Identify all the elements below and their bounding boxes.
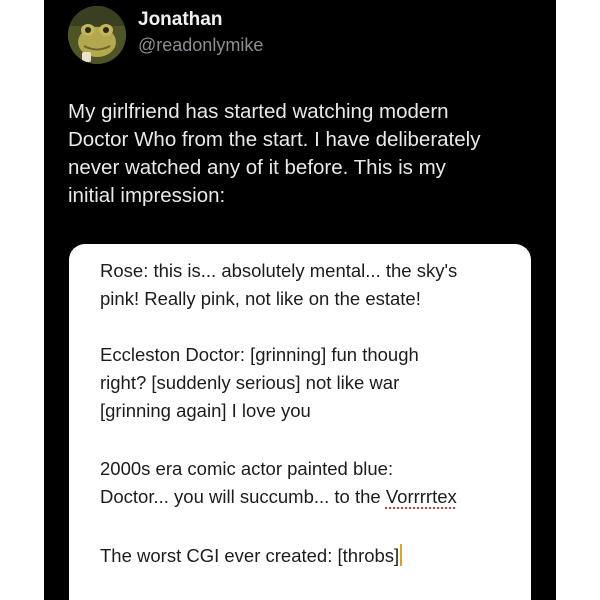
author-name[interactable]: Jonathan [138,8,222,32]
note-line: [grinning again] I love you [100,400,311,421]
text-cursor [400,544,403,566]
note-paragraph-cgi[interactable]: The worst CGI ever created: [throbs] [100,542,520,570]
note-paragraph-eccleston: Eccleston Doctor: [grinning] fun though … [100,341,520,425]
note-line: Doctor... you will succumb... to the [100,486,386,507]
author-handle[interactable]: @readonlymike [138,34,263,56]
avatar[interactable] [68,6,126,64]
note-paragraph-blue-actor: 2000s era comic actor painted blue: Doct… [100,455,520,511]
note-line: Eccleston Doctor: [grinning] fun though [100,344,419,365]
tweet-text-line: Doctor Who from the start. I have delibe… [68,128,481,151]
misspelled-word[interactable]: Vorrrrtex [386,486,457,507]
frog-avatar-icon [68,6,126,64]
tweet-text: My girlfriend has started watching moder… [68,98,548,210]
note-line: right? [suddenly serious] not like war [100,372,400,393]
note-line: 2000s era comic actor painted blue: [100,458,394,479]
note-line: pink! Really pink, not like on the estat… [100,288,421,309]
notes-screenshot-card: Rose: this is... absolutely mental... th… [69,244,531,600]
note-line: Rose: this is... absolutely mental... th… [100,260,458,281]
tweet: Jonathan @readonlymike My girlfriend has… [44,0,556,600]
note-line: The worst CGI ever created: [throbs] [100,545,400,566]
note-paragraph-rose: Rose: this is... absolutely mental... th… [100,257,520,313]
tweet-text-line: never watched any of it before. This is … [68,156,446,179]
screenshot-frame: Jonathan @readonlymike My girlfriend has… [0,0,600,600]
tweet-text-line: initial impression: [68,184,226,207]
tweet-text-line: My girlfriend has started watching moder… [68,100,449,123]
